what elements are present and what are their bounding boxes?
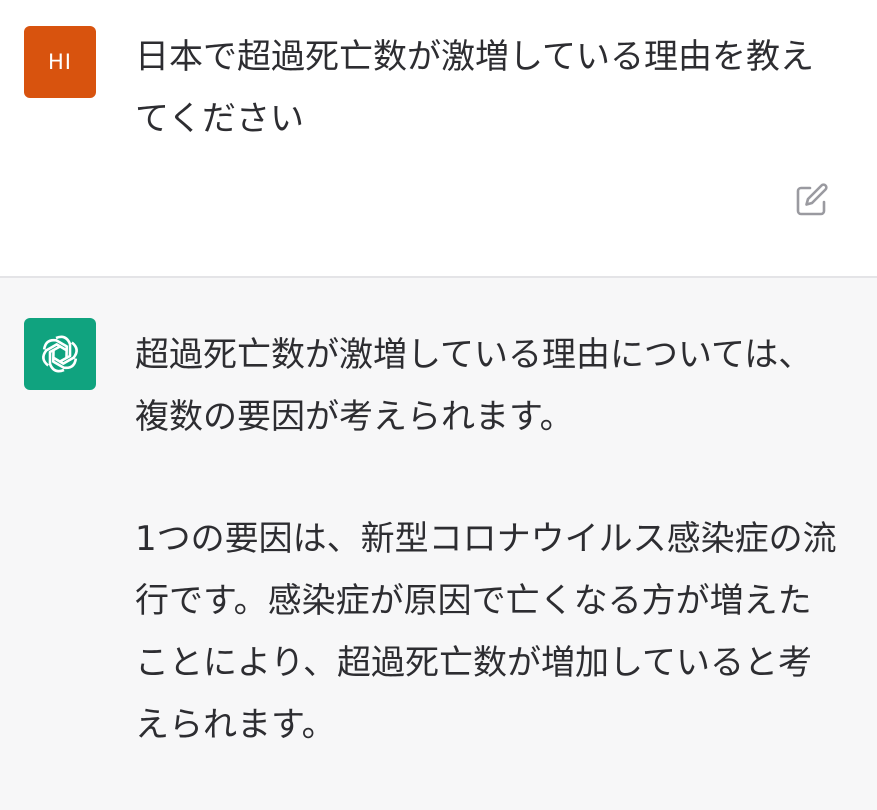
user-avatar: HI: [24, 26, 96, 98]
assistant-paragraph: 1つの要因は、新型コロナウイルス感染症の流行です。感染症が原因で亡くなる方が増え…: [135, 519, 837, 745]
user-message-text: 日本で超過死亡数が激増している理由を教えてください: [135, 37, 814, 139]
assistant-paragraph: 超過死亡数が激増している理由については、複数の要因が考えられます。: [135, 335, 813, 437]
assistant-avatar: [24, 318, 96, 390]
openai-logo-icon: [42, 335, 78, 373]
user-message: HI 日本で超過死亡数が激増している理由を教えてください: [0, 0, 877, 276]
edit-icon-glyph: [796, 183, 828, 216]
chat-page: HI 日本で超過死亡数が激増している理由を教えてください 超過死亡数が激増してい…: [0, 0, 877, 810]
edit-icon[interactable]: [792, 180, 832, 220]
assistant-message: 超過死亡数が激増している理由については、複数の要因が考えられます。 1つの要因は…: [0, 278, 877, 810]
user-avatar-initials: HI: [48, 50, 72, 74]
